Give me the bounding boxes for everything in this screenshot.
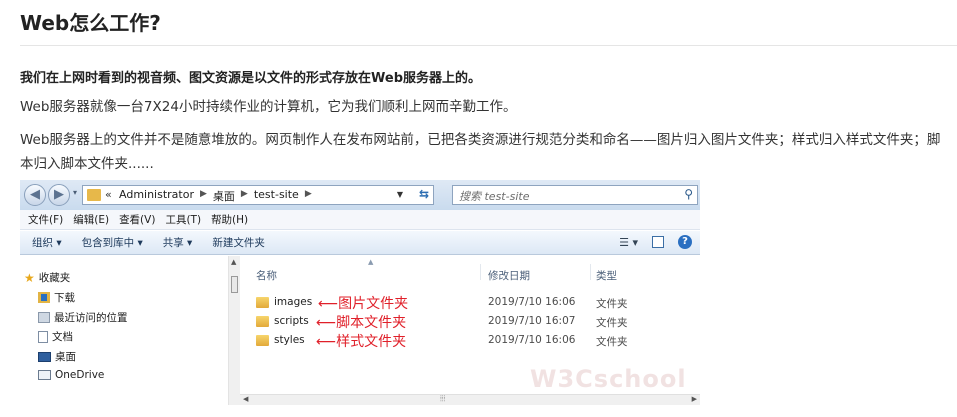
view-options-icon[interactable]: ☰ ▾ [619, 236, 638, 249]
sidebar-item-label: 收藏夹 [38, 272, 71, 284]
breadcrumb: Administrator ▶ 桌面 ▶ test-site ▶ [119, 188, 312, 204]
scrollbar-grip-icon[interactable]: ⦙⦙⦙ [440, 394, 445, 404]
file-row-images[interactable]: images ⟵图片文件夹 2019/7/10 16:06 文件夹 [256, 293, 676, 313]
paragraph-2: Web服务器上的文件并不是随意堆放的。网页制作人在发布网站前，已把各类资源进行规… [20, 132, 941, 172]
scroll-right-icon[interactable]: ▶ [692, 395, 697, 403]
document-icon [38, 330, 48, 343]
navigation-pane: ★ 收藏夹 下载 最近访问的位置 文档 桌面 OneDrive [20, 256, 228, 405]
desktop-icon [38, 351, 51, 362]
back-button[interactable]: ◀ [24, 184, 46, 206]
folder-icon [87, 189, 101, 201]
address-overflow[interactable]: « [105, 188, 112, 201]
refresh-icon[interactable]: ⇆ [419, 187, 429, 201]
annotation-label: 脚本文件夹 [336, 315, 407, 331]
file-type: 文件夹 [596, 317, 628, 329]
crumb-administrator[interactable]: Administrator [119, 188, 194, 204]
onedrive-icon [38, 370, 51, 380]
menu-help[interactable]: 帮助(H) [211, 212, 248, 227]
help-icon[interactable]: ? [678, 235, 692, 249]
recent-places-icon [38, 312, 50, 323]
red-arrow-icon: ⟵ [316, 334, 337, 350]
file-name: images [274, 296, 313, 308]
column-divider [590, 264, 591, 280]
share-button[interactable]: 共享 ▾ [163, 235, 193, 250]
page-title: Web怎么工作? [20, 11, 161, 35]
file-row-styles[interactable]: styles ⟵样式文件夹 2019/7/10 16:06 文件夹 [256, 331, 676, 351]
file-name: scripts [274, 315, 309, 327]
sidebar-item-label: OneDrive [55, 369, 105, 381]
menu-edit[interactable]: 编辑(E) [73, 212, 109, 227]
address-row: ◀ ▶ ▾ « Administrator ▶ 桌面 ▶ test-site ▶… [20, 180, 700, 210]
new-folder-button[interactable]: 新建文件夹 [212, 235, 265, 250]
chevron-right-icon: ▶ [240, 189, 248, 199]
chevron-right-icon: ▶ [304, 189, 312, 199]
column-header-name[interactable]: 名称 [256, 268, 277, 283]
file-date: 2019/7/10 16:06 [488, 334, 576, 346]
menu-file[interactable]: 文件(F) [28, 212, 63, 227]
sidebar-item-recent[interactable]: 最近访问的位置 [38, 310, 128, 325]
annotation-images: ⟵图片文件夹 [318, 293, 408, 313]
sidebar-item-favorites[interactable]: ★ 收藏夹 [24, 270, 70, 285]
file-date: 2019/7/10 16:07 [488, 315, 576, 327]
file-type: 文件夹 [596, 298, 628, 310]
sidebar-item-downloads[interactable]: 下载 [38, 290, 75, 305]
include-in-library-button[interactable]: 包含到库中 ▾ [82, 235, 143, 250]
view-controls: ☰ ▾ ? [619, 235, 692, 249]
forward-button[interactable]: ▶ [48, 184, 70, 206]
sidebar-item-label: 桌面 [55, 351, 76, 363]
command-bar: 组织 ▾ 包含到库中 ▾ 共享 ▾ 新建文件夹 ☰ ▾ ? [20, 231, 700, 255]
menu-tools[interactable]: 工具(T) [165, 212, 201, 227]
star-icon: ★ [24, 270, 35, 285]
search-placeholder: 搜索 test-site [459, 190, 530, 203]
sort-indicator-icon: ▲ [368, 258, 374, 266]
search-input[interactable]: 搜索 test-site ⚲ [452, 185, 698, 205]
file-list: ▲ 名称 修改日期 类型 images ⟵图片文件夹 2019/7/10 16:… [240, 256, 700, 405]
annotation-scripts: ⟵脚本文件夹 [316, 312, 406, 332]
chevron-right-icon: ▶ [200, 189, 207, 199]
folder-icon [256, 335, 269, 346]
menu-view[interactable]: 查看(V) [119, 212, 155, 227]
column-header-date[interactable]: 修改日期 [488, 268, 530, 283]
preview-pane-icon[interactable] [652, 236, 664, 248]
folder-icon [256, 316, 269, 327]
crumb-desktop[interactable]: 桌面 [213, 188, 235, 204]
sidebar-item-documents[interactable]: 文档 [38, 329, 73, 344]
scrollbar-thumb[interactable] [231, 276, 238, 293]
file-date: 2019/7/10 16:06 [488, 296, 576, 308]
watermark: W3Cschool [530, 365, 687, 393]
menu-bar: 文件(F) 编辑(E) 查看(V) 工具(T) 帮助(H) [20, 210, 700, 230]
column-divider [480, 264, 481, 280]
download-folder-icon [38, 292, 50, 303]
sidebar-item-label: 最近访问的位置 [54, 312, 128, 324]
organize-button[interactable]: 组织 ▾ [32, 235, 62, 250]
annotation-styles: ⟵样式文件夹 [316, 331, 406, 351]
red-arrow-icon: ⟵ [318, 296, 339, 312]
sidebar-item-desktop[interactable]: 桌面 [38, 349, 76, 364]
chevron-down-icon[interactable]: ▼ [397, 190, 403, 199]
red-arrow-icon: ⟵ [316, 315, 337, 331]
scroll-up-icon[interactable]: ▲ [231, 258, 236, 266]
annotation-label: 图片文件夹 [338, 296, 409, 312]
sidebar-item-label: 文档 [52, 331, 73, 343]
search-icon[interactable]: ⚲ [684, 187, 693, 201]
address-bar[interactable]: « Administrator ▶ 桌面 ▶ test-site ▶ ▼ ⇆ [82, 185, 434, 205]
file-name: styles [274, 334, 305, 346]
horizontal-scrollbar[interactable]: ◀ ⦙⦙⦙ ▶ [240, 394, 700, 405]
sidebar-item-label: 下载 [54, 292, 75, 304]
lead-text: 我们在上网时看到的视音频、图文资源是以文件的形式存放在Web服务器上的。 [20, 71, 481, 86]
column-header-type[interactable]: 类型 [596, 268, 617, 283]
annotation-label: 样式文件夹 [336, 334, 407, 350]
file-type: 文件夹 [596, 336, 628, 348]
folder-icon [256, 297, 269, 308]
explorer-screenshot: ◀ ▶ ▾ « Administrator ▶ 桌面 ▶ test-site ▶… [20, 180, 700, 405]
file-row-scripts[interactable]: scripts ⟵脚本文件夹 2019/7/10 16:07 文件夹 [256, 312, 676, 332]
scroll-left-icon[interactable]: ◀ [243, 395, 248, 403]
history-dropdown-icon[interactable]: ▾ [73, 188, 77, 197]
title-divider [20, 45, 957, 46]
crumb-test-site[interactable]: test-site [254, 188, 299, 204]
sidebar-item-onedrive[interactable]: OneDrive [38, 369, 104, 381]
nav-scrollbar[interactable]: ▲ [228, 256, 240, 405]
paragraph-1: Web服务器就像一台7X24小时持续作业的计算机，它为我们顺利上网而辛勤工作。 [20, 99, 517, 115]
